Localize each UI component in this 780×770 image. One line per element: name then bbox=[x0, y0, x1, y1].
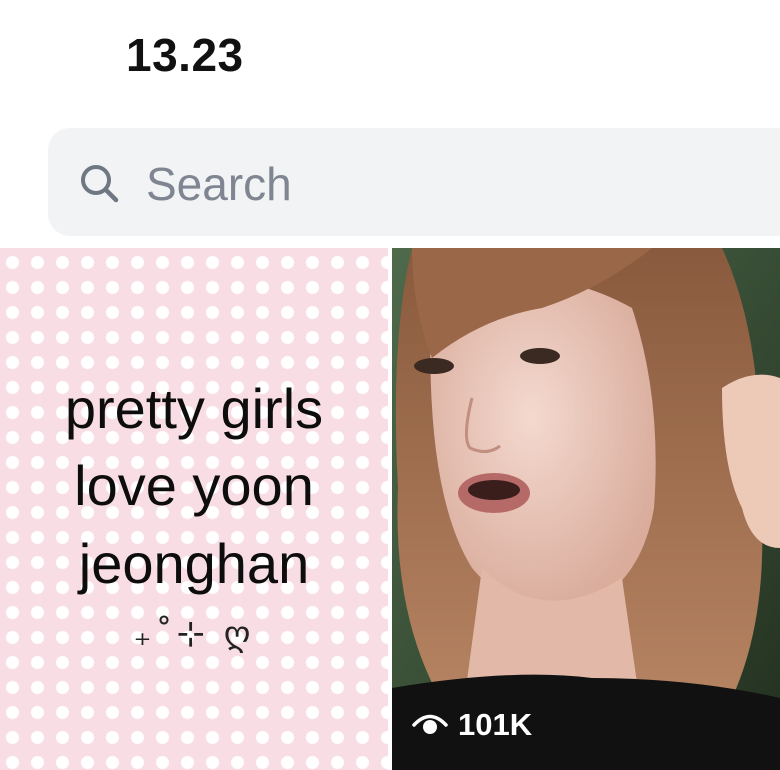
search-input[interactable] bbox=[146, 155, 706, 213]
screen: 13.23 pretty girls love yoon jeonghan ₊˚… bbox=[0, 0, 780, 770]
post-text-line: love yoon bbox=[74, 454, 314, 517]
post-text-line: pretty girls bbox=[64, 377, 324, 440]
video-thumbnail bbox=[392, 248, 780, 770]
grid-tile-video-2[interactable] bbox=[392, 248, 780, 770]
status-bar-time: 13.23 bbox=[126, 29, 244, 81]
search-icon bbox=[81, 165, 119, 203]
view-count: 101K bbox=[412, 707, 532, 743]
view-count-label: 101K bbox=[458, 707, 533, 742]
explore-grid: pretty girls love yoon jeonghan ₊˚⊹ ღ bbox=[0, 248, 780, 770]
post-text-line: jeonghan bbox=[78, 532, 310, 595]
sparkle-decoration: ₊˚⊹ ღ bbox=[133, 614, 255, 654]
grid-tile-post-1[interactable]: pretty girls love yoon jeonghan ₊˚⊹ ღ bbox=[0, 248, 388, 770]
eye-icon bbox=[412, 714, 448, 734]
